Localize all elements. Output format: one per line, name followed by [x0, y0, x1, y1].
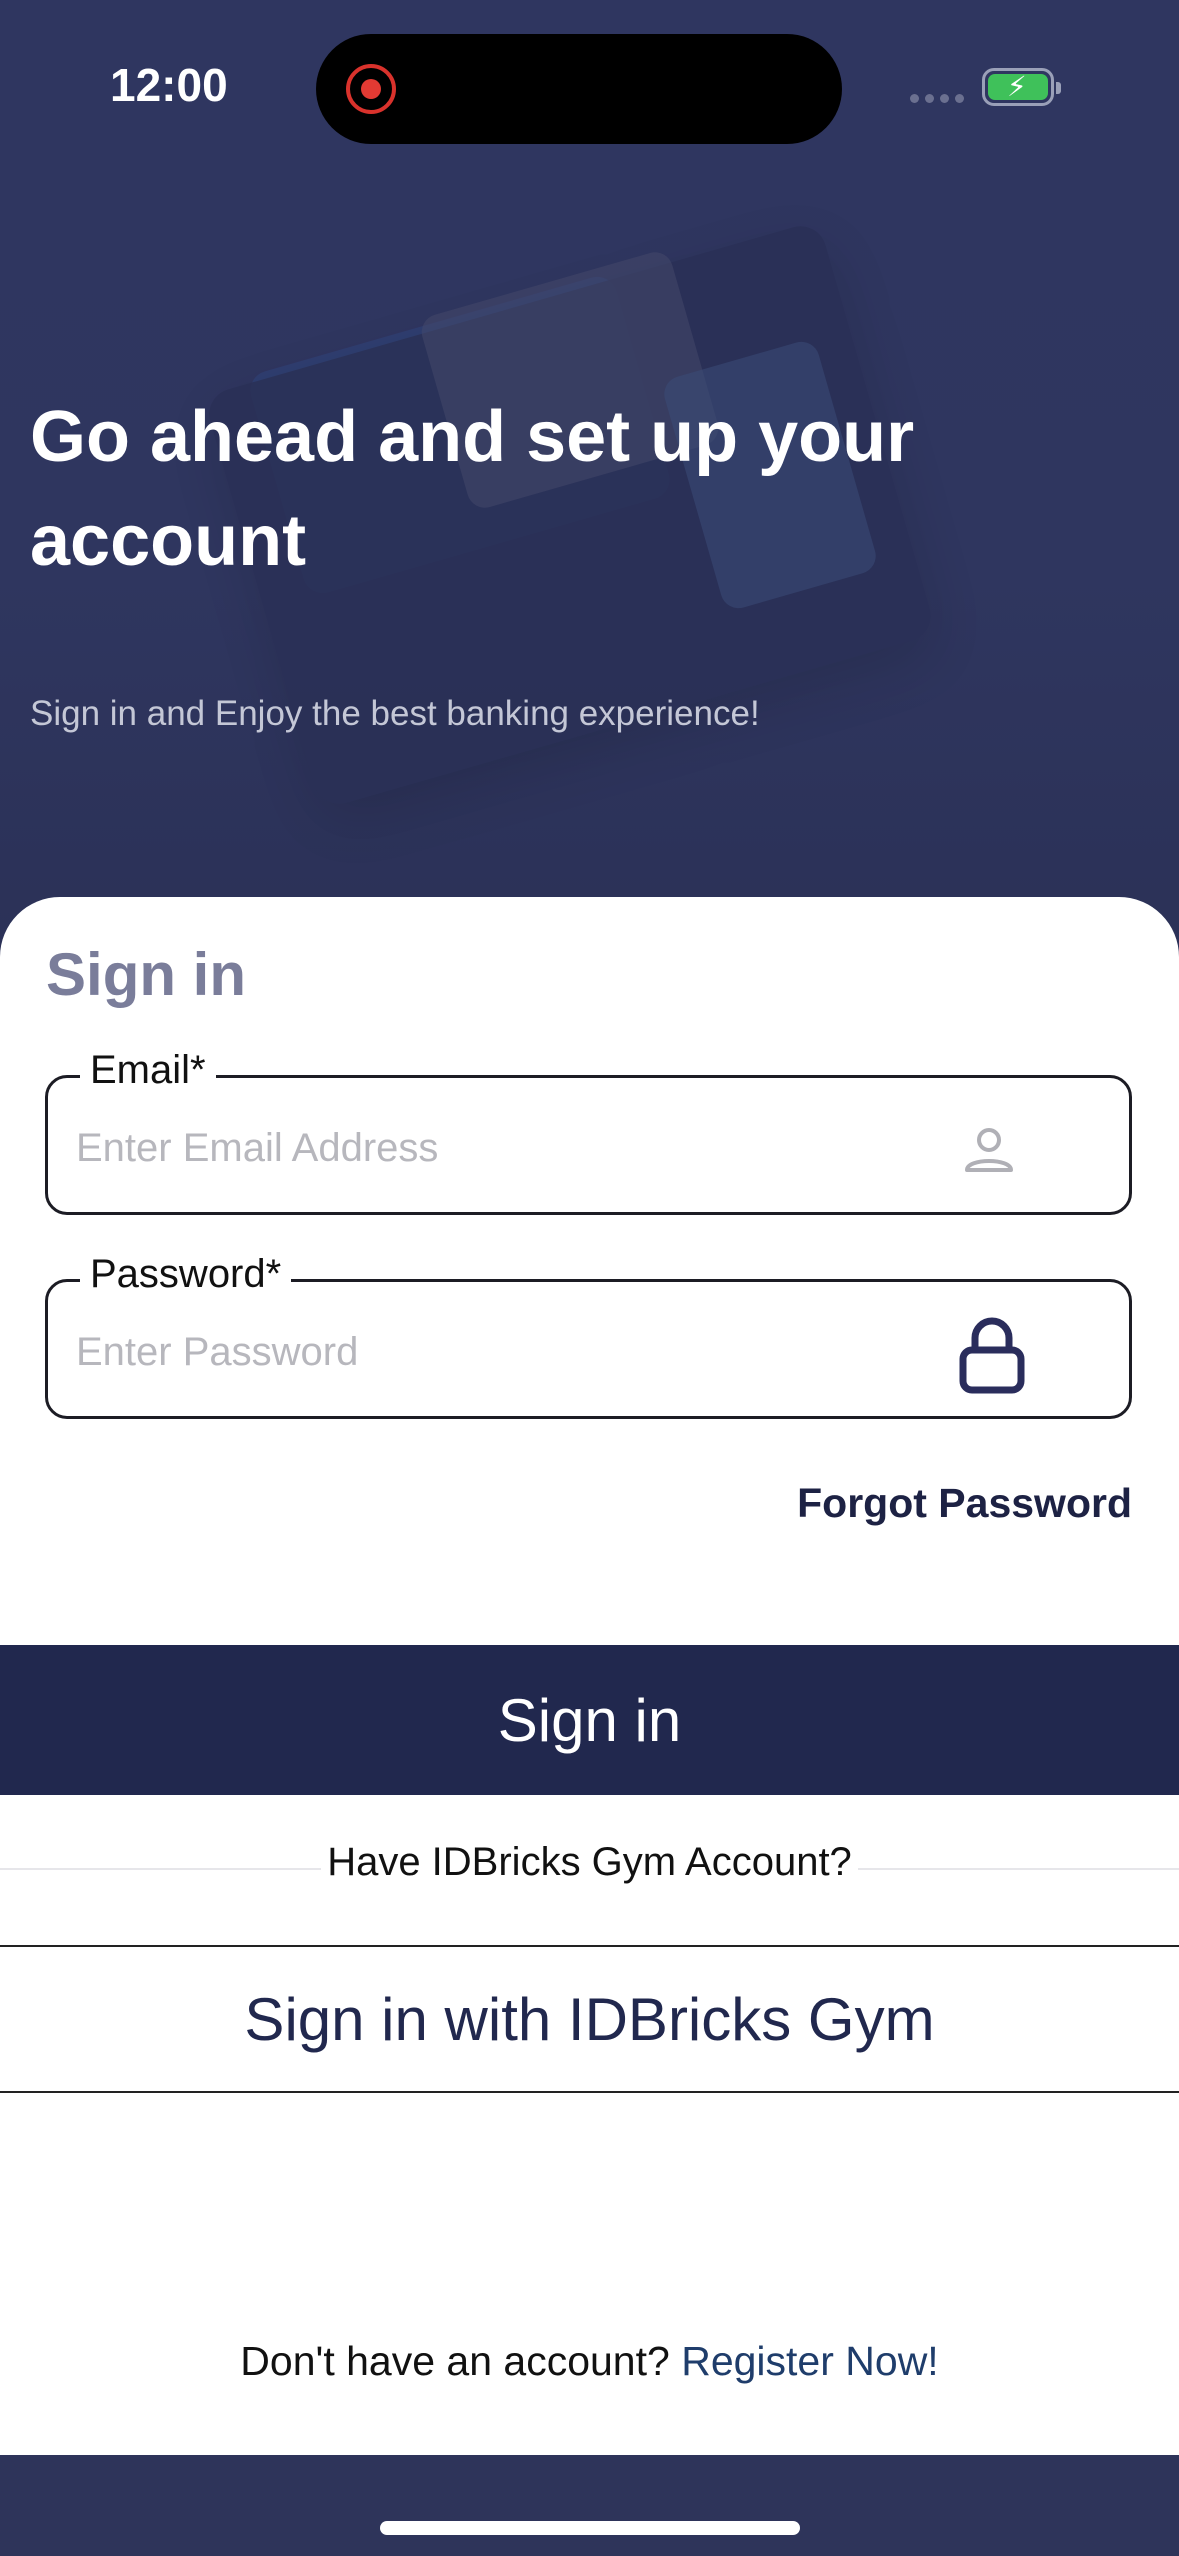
register-prompt: Don't have an account? Register Now! [0, 2338, 1179, 2385]
sign-in-button[interactable]: Sign in [0, 1645, 1179, 1795]
password-field[interactable]: Password* [45, 1244, 1132, 1419]
email-input[interactable] [74, 1114, 958, 1182]
sign-in-heading: Sign in [46, 941, 246, 1008]
forgot-password-link[interactable]: Forgot Password [797, 1480, 1132, 1527]
battery-icon: ⚡ [982, 68, 1061, 106]
gym-account-question-text: Have IDBricks Gym Account? [321, 1840, 858, 1884]
password-label: Password* [80, 1244, 292, 1304]
gym-account-question: Have IDBricks Gym Account? [0, 1840, 1179, 1885]
screen-record-icon [346, 64, 396, 114]
password-input[interactable] [74, 1318, 958, 1386]
hero-subtitle: Sign in and Enjoy the best banking exper… [30, 694, 760, 733]
email-field[interactable]: Email* [45, 1040, 1132, 1215]
bottom-bar [0, 2455, 1179, 2556]
status-time: 12:00 [110, 59, 228, 111]
sign-in-with-gym-button[interactable]: Sign in with IDBricks Gym [0, 1945, 1179, 2093]
home-indicator[interactable] [380, 2521, 800, 2535]
hero-title: Go ahead and set up your account [30, 397, 915, 581]
register-prompt-text: Don't have an account? [240, 2338, 670, 2384]
register-now-link[interactable]: Register Now! [681, 2338, 938, 2384]
email-label: Email* [80, 1040, 216, 1100]
user-icon [965, 1128, 1013, 1172]
lock-icon[interactable] [957, 1314, 1027, 1394]
signal-icon [910, 94, 966, 104]
